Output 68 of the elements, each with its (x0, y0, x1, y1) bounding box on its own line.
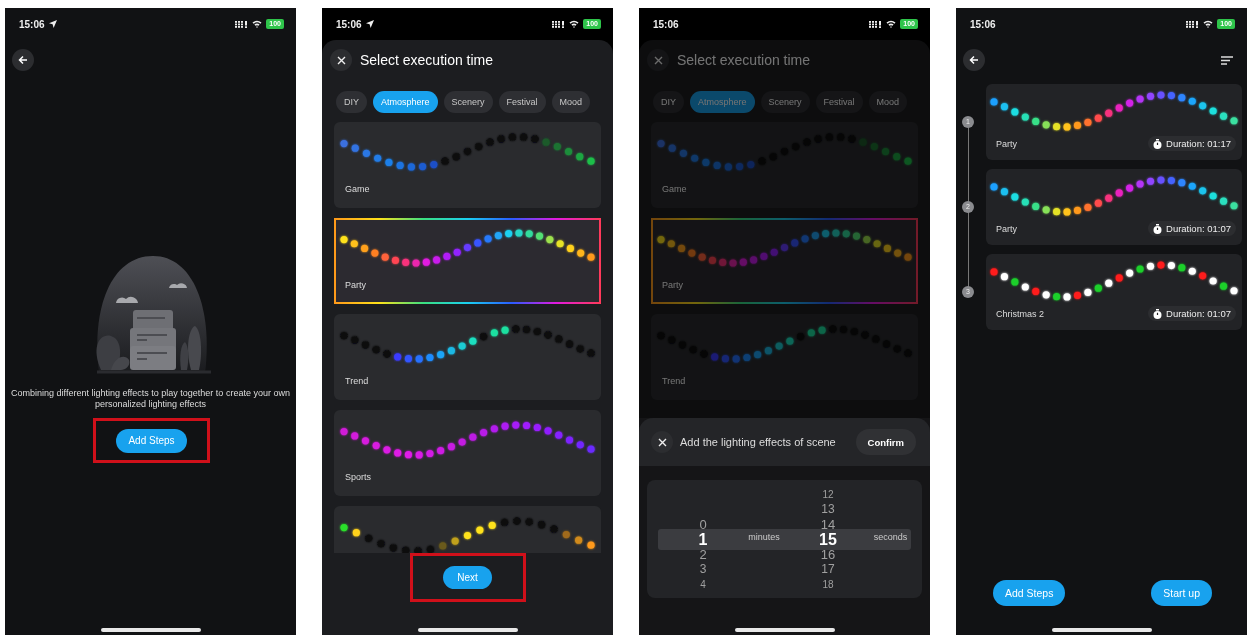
close-button[interactable] (651, 431, 673, 453)
signal-icon (552, 20, 566, 28)
effect-card[interactable]: Game (334, 122, 601, 208)
picker-value[interactable]: 13 (821, 502, 835, 517)
category-tab[interactable]: Scenery (443, 91, 493, 113)
step-card[interactable]: Party Duration: 01:17 (986, 84, 1242, 160)
status-time: 15:06 (653, 18, 679, 30)
picker-value[interactable]: 12 (822, 487, 834, 502)
signal-icon (235, 20, 249, 28)
empty-state-text: Combining different lighting effects to play together to create your own personalized lighting effects (10, 388, 291, 410)
category-tab[interactable]: Mood (868, 91, 908, 113)
back-arrow-icon (18, 55, 28, 65)
picker-value[interactable]: 15 (819, 532, 837, 547)
picker-value[interactable]: 14 (820, 517, 836, 532)
duration-text: Duration: 01:07 (1166, 308, 1231, 319)
duration-text: Duration: 01:17 (1166, 138, 1231, 149)
back-button[interactable] (963, 49, 985, 71)
picker-value[interactable]: 3 (699, 562, 707, 577)
effect-card[interactable]: Game (651, 122, 918, 208)
back-button[interactable] (12, 49, 34, 71)
category-tab[interactable]: Festival (815, 91, 863, 113)
effect-card[interactable]: Sports (334, 410, 601, 496)
category-tab[interactable]: DIY (336, 91, 367, 113)
sort-icon[interactable] (1221, 55, 1233, 65)
category-tab[interactable]: Festival (498, 91, 546, 113)
wifi-icon (252, 20, 263, 28)
effect-card[interactable]: Trend (334, 314, 601, 400)
wifi-icon (886, 20, 897, 28)
picker-value[interactable]: 2 (699, 547, 707, 562)
close-icon (653, 55, 663, 65)
stopwatch-icon (1153, 308, 1163, 319)
effect-card[interactable]: Trend (651, 314, 918, 400)
close-icon (657, 437, 667, 447)
back-arrow-icon (969, 55, 979, 65)
duration-text: Duration: 01:07 (1166, 223, 1231, 234)
effect-card[interactable]: Party (651, 218, 918, 304)
step-name: Party (996, 223, 1017, 234)
picker-value[interactable]: 0 (699, 517, 707, 532)
step-card[interactable]: Christmas 2 Duration: 01:07 (986, 254, 1242, 330)
picker-value[interactable]: 18 (822, 577, 834, 592)
wifi-icon (569, 20, 580, 28)
status-time: 15:06 (19, 18, 45, 30)
sheet-title: Select execution time (360, 52, 494, 68)
status-time: 15:06 (336, 18, 362, 30)
category-tab[interactable]: Scenery (760, 91, 810, 113)
step-name: Christmas 2 (996, 308, 1044, 319)
picker-value[interactable]: 17 (821, 562, 835, 577)
signal-icon (1186, 20, 1200, 28)
confirm-button[interactable]: Confirm (855, 429, 916, 455)
step-name: Party (996, 138, 1017, 149)
minutes-label: minutes (747, 532, 781, 542)
signal-icon (869, 20, 883, 28)
seconds-label: seconds (872, 532, 909, 542)
picker-value[interactable]: 1 (698, 532, 708, 547)
status-time: 15:06 (970, 18, 996, 30)
category-tab[interactable]: Mood (551, 91, 591, 113)
sheet-title: Select execution time (677, 52, 811, 68)
close-button[interactable] (330, 49, 352, 71)
effect-card[interactable]: Party (334, 218, 601, 304)
picker-value[interactable]: 4 (700, 577, 706, 592)
wifi-icon (1203, 20, 1214, 28)
dialog-title: Add the lighting effects of scene (680, 436, 837, 448)
category-tab[interactable]: DIY (653, 91, 684, 113)
picker-value[interactable]: 16 (820, 547, 836, 562)
stopwatch-icon (1153, 223, 1163, 234)
close-icon (336, 55, 346, 65)
step-card[interactable]: Party Duration: 01:07 (986, 169, 1242, 245)
stopwatch-icon (1153, 138, 1163, 149)
